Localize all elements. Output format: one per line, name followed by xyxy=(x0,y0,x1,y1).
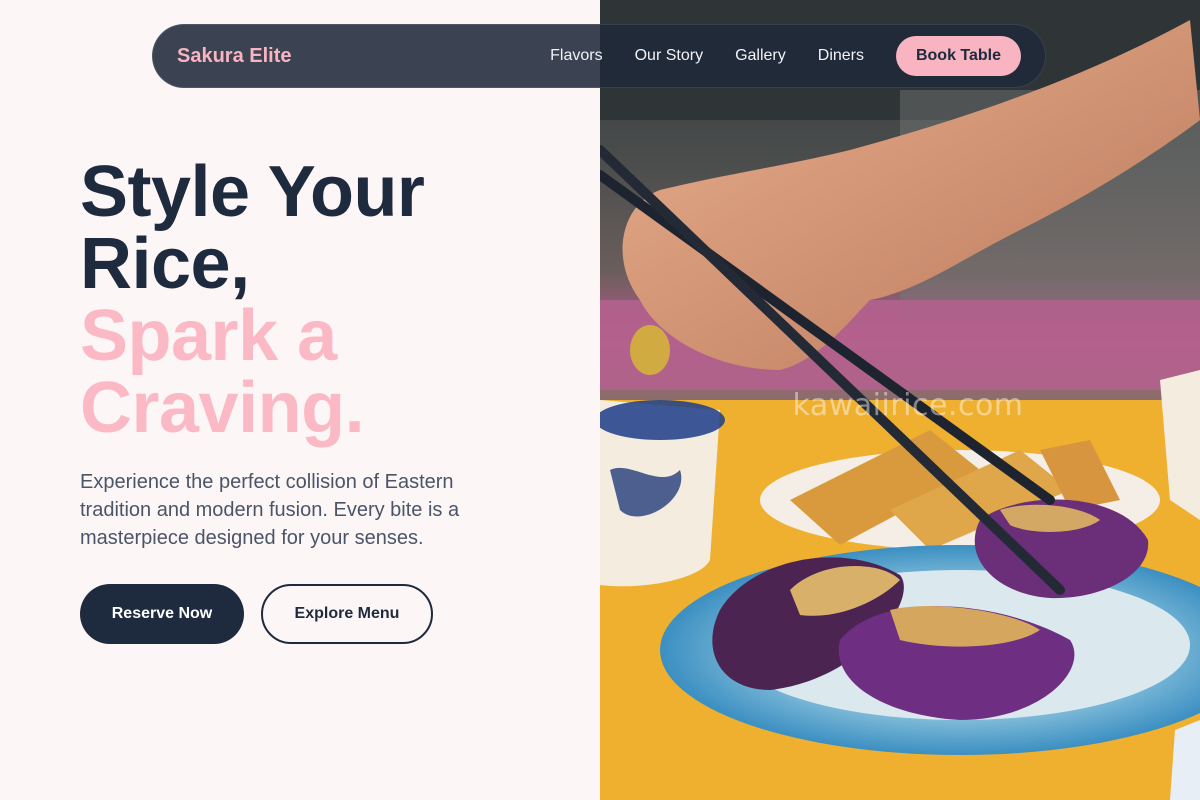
top-navigation: Sakura Elite Flavors Our Story Gallery D… xyxy=(152,24,1046,88)
hero-actions: Reserve Now Explore Menu xyxy=(80,584,433,644)
watermark: kawaiirice.com xyxy=(792,388,1024,423)
headline-line-1: Style Your xyxy=(80,152,425,232)
headline-line-4: Craving. xyxy=(80,368,365,448)
reserve-now-button[interactable]: Reserve Now xyxy=(80,584,244,644)
nav-link-gallery[interactable]: Gallery xyxy=(735,47,786,65)
nav-links: Flavors Our Story Gallery Diners xyxy=(550,47,864,65)
hero-section: Style Your Rice, Spark a Craving. Experi… xyxy=(80,156,580,644)
nav-link-flavors[interactable]: Flavors xyxy=(550,47,602,65)
headline-line-3: Spark a xyxy=(80,296,337,376)
nav-link-our-story[interactable]: Our Story xyxy=(635,47,703,65)
headline-line-2: Rice, xyxy=(80,224,250,304)
hero-photo: kawaiirice.com xyxy=(600,0,1200,800)
brand-logo[interactable]: Sakura Elite xyxy=(177,45,550,68)
nav-link-diners[interactable]: Diners xyxy=(818,47,864,65)
explore-menu-button[interactable]: Explore Menu xyxy=(261,584,433,644)
book-table-button[interactable]: Book Table xyxy=(896,36,1021,76)
hero-description: Experience the perfect collision of East… xyxy=(80,471,460,549)
hero-headline: Style Your Rice, Spark a Craving. xyxy=(80,156,580,444)
